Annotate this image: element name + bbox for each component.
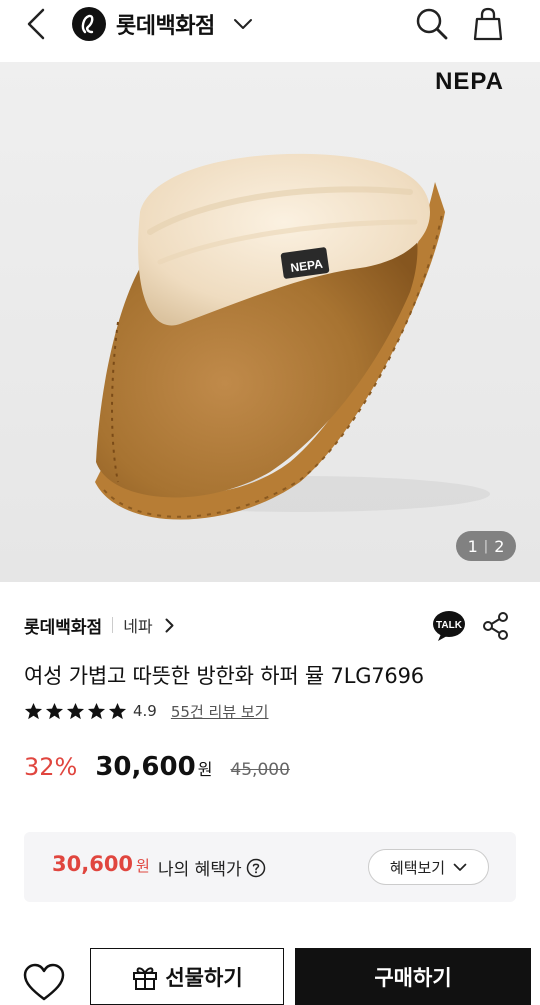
search-icon [416,8,448,40]
total-pages: 2 [494,536,505,556]
brand-selector[interactable]: 롯데백화점 [72,6,253,42]
chevron-right-icon [165,618,174,632]
back-button[interactable] [20,6,52,42]
store-name: 롯데백화점 [24,617,103,638]
product-title: 여성 가볍고 따뜻한 방한화 하퍼 뮬 7LG7696 [24,664,424,688]
page-separator: | [483,538,489,554]
view-benefits-button[interactable]: 혜택보기 [368,849,489,885]
brand-name: 롯데백화점 [116,14,215,39]
help-circle-icon[interactable] [246,858,266,878]
chevron-down-icon [233,18,253,30]
wishlist-button[interactable] [22,962,68,1005]
star-icon [108,702,127,719]
talk-button[interactable]: TALK [432,610,465,642]
benefit-price: 30,600 원 [52,852,150,876]
shopping-bag-icon [473,7,503,41]
seller-divider [112,617,114,633]
gift-button-label: 선물하기 [165,965,243,990]
view-benefits-label: 혜택보기 [389,858,446,877]
benefit-box: 30,600 원 나의 혜택가 혜택보기 [24,832,516,902]
heart-icon [23,963,65,1001]
gift-icon [131,963,159,991]
review-link[interactable]: 55건 리뷰 보기 [171,701,269,722]
rating-stars [24,702,129,721]
benefit-price-value: 30,600 [52,852,134,876]
talk-chat-icon: TALK [433,611,465,641]
benefit-label-text: 나의 혜택가 [158,860,242,880]
back-icon [27,8,45,40]
benefit-price-unit: 원 [136,857,150,875]
gift-button[interactable]: 선물하기 [90,948,284,1005]
star-icon [45,702,64,719]
shopping-bag-button[interactable] [470,6,506,42]
buy-button-label: 구매하기 [374,965,452,990]
current-page: 1 [467,536,478,556]
product-image-gallery[interactable]: NEPA NEPA 1 | 2 [0,62,540,582]
brand-link-label: 네파 [123,617,153,636]
top-header: 롯데백화점 [0,0,540,62]
star-icon [24,702,43,719]
star-icon [87,702,106,719]
benefit-label[interactable]: 나의 혜택가 [158,855,266,880]
search-button[interactable] [414,6,450,42]
share-button[interactable] [482,611,510,641]
discount-rate: 32% [24,753,78,781]
bottom-action-bar: 선물하기 구매하기 [0,948,540,1005]
price-row: 32% 30,600 원 45,000 [24,752,290,786]
lotte-logo-icon [72,7,106,41]
product-image-slipper: NEPA [95,153,490,520]
star-icon [66,702,85,719]
talk-label: TALK [436,620,463,631]
chevron-down-icon [453,863,467,871]
share-icon [483,612,508,640]
rating-row: 4.9 55건 리뷰 보기 [24,699,268,723]
seller-row: 롯데백화점 네파 [24,612,174,638]
image-page-indicator[interactable]: 1 | 2 [456,531,516,561]
sale-price: 30,600 [95,752,196,782]
brand-link[interactable]: 네파 [123,613,174,637]
price-unit: 원 [197,760,213,779]
rating-value: 4.9 [133,702,157,720]
original-price: 45,000 [230,760,290,780]
buy-button[interactable]: 구매하기 [295,948,531,1005]
